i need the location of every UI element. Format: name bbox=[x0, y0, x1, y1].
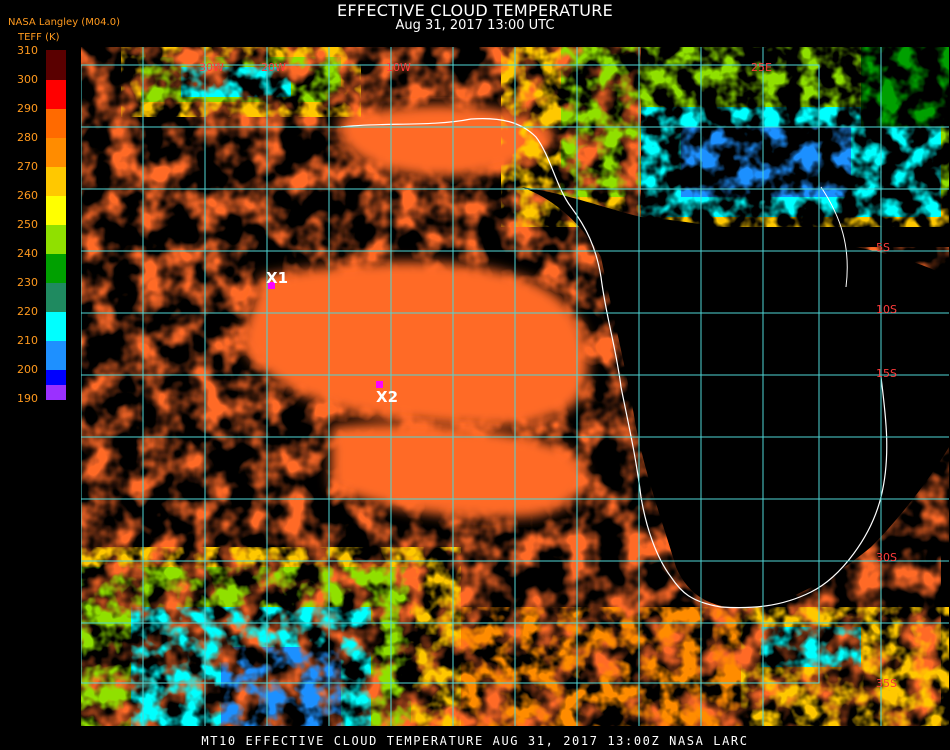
legend-swatch-260-270 bbox=[46, 167, 66, 196]
producer-label: NASA Langley (M04.0) bbox=[8, 17, 120, 28]
legend-tick: 300 bbox=[17, 73, 38, 86]
grid-label: 15S bbox=[876, 367, 897, 380]
legend-swatch-290-300 bbox=[46, 80, 66, 109]
grid-label: 25E bbox=[751, 61, 772, 74]
legend-swatch-280-290 bbox=[46, 109, 66, 138]
legend-swatch-190-195 bbox=[46, 385, 66, 400]
legend-swatch-270-280 bbox=[46, 138, 66, 167]
footer-caption: MT10 EFFECTIVE CLOUD TEMPERATURE AUG 31,… bbox=[201, 734, 749, 748]
legend-tick: 250 bbox=[17, 218, 38, 231]
legend-tick: 210 bbox=[17, 334, 38, 347]
legend-swatch-300-310 bbox=[46, 50, 66, 80]
legend-tick: 310 bbox=[17, 44, 38, 57]
satellite-cloud-map: 30W 20W 10W 25E 5S 10S 15S 30S 35S X1 X2 bbox=[81, 47, 949, 726]
timestamp-subtitle: Aug 31, 2017 13:00 UTC bbox=[395, 18, 555, 33]
legend-swatch-250-260 bbox=[46, 196, 66, 225]
legend-swatch-210-220 bbox=[46, 312, 66, 341]
legend-swatch-200-210 bbox=[46, 341, 66, 370]
legend-tick: 190 bbox=[17, 392, 38, 405]
marker-x1-label: X1 bbox=[266, 269, 288, 287]
marker-x2-dot bbox=[376, 381, 383, 388]
legend-tick: 230 bbox=[17, 276, 38, 289]
grid-label: 30W bbox=[199, 61, 224, 74]
legend-tick: 200 bbox=[17, 363, 38, 376]
marker-x2-label: X2 bbox=[376, 388, 398, 406]
units-label: TEFF (K) bbox=[18, 32, 60, 43]
legend-tick: 280 bbox=[17, 131, 38, 144]
color-legend bbox=[46, 50, 66, 400]
grid-label: 10W bbox=[386, 61, 411, 74]
grid-label: 30S bbox=[876, 551, 897, 564]
legend-swatch-230-240 bbox=[46, 254, 66, 283]
legend-swatch-220-230 bbox=[46, 283, 66, 312]
legend-swatches bbox=[46, 50, 66, 400]
legend-tick: 260 bbox=[17, 189, 38, 202]
grid-label: 5S bbox=[876, 241, 890, 254]
grid-label: 20W bbox=[261, 61, 286, 74]
legend-tick: 290 bbox=[17, 102, 38, 115]
grid-label: 10S bbox=[876, 303, 897, 316]
grid-label: 35S bbox=[876, 677, 897, 690]
legend-tick: 270 bbox=[17, 160, 38, 173]
legend-swatch-240-250 bbox=[46, 225, 66, 254]
legend-swatch-195-200 bbox=[46, 370, 66, 385]
legend-tick: 240 bbox=[17, 247, 38, 260]
legend-tick: 220 bbox=[17, 305, 38, 318]
